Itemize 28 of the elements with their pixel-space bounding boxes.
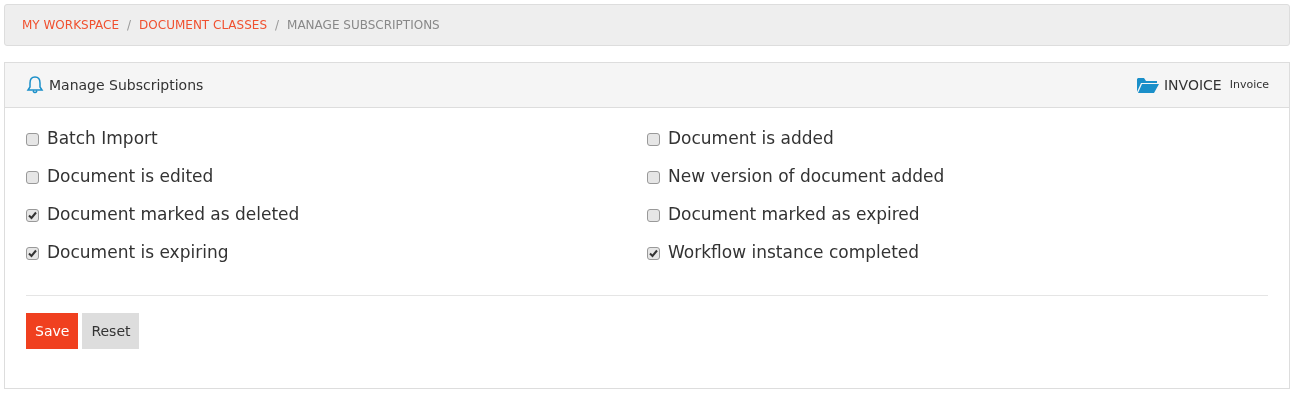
document-class-label: Invoice xyxy=(1229,76,1269,93)
option-label: Workflow instance completed xyxy=(668,241,920,265)
checkbox[interactable] xyxy=(647,132,660,146)
checkbox[interactable] xyxy=(647,246,660,260)
breadcrumb-separator: / xyxy=(127,17,132,34)
checkbox[interactable] xyxy=(26,170,39,184)
checkbox[interactable] xyxy=(647,170,660,184)
document-class-name: INVOICE xyxy=(1163,75,1222,95)
folder-icon xyxy=(1136,77,1159,93)
checkbox[interactable] xyxy=(26,132,39,146)
option-label: Document marked as deleted xyxy=(47,203,300,227)
breadcrumb-separator: / xyxy=(275,17,280,34)
bell-icon xyxy=(25,75,45,95)
option-label: New version of document added xyxy=(668,165,945,189)
checkbox[interactable] xyxy=(26,246,39,260)
checkbox[interactable] xyxy=(26,208,39,222)
option-label: Batch Import xyxy=(47,127,158,151)
option-label: Document is added xyxy=(668,127,834,151)
option-label: Document is expiring xyxy=(47,241,229,265)
checkbox[interactable] xyxy=(647,208,660,222)
option-label: Document is edited xyxy=(47,165,214,189)
breadcrumb-link[interactable]: DOCUMENT CLASSES xyxy=(139,16,267,34)
panel-title: Manage Subscriptions xyxy=(49,75,204,95)
option-label: Document marked as expired xyxy=(668,203,920,227)
reset-button[interactable]: Reset xyxy=(82,313,140,349)
breadcrumb-current: MANAGE SUBSCRIPTIONS xyxy=(287,17,440,34)
breadcrumb-link[interactable]: MY WORKSPACE xyxy=(22,16,120,34)
save-button[interactable]: Save xyxy=(26,313,79,349)
